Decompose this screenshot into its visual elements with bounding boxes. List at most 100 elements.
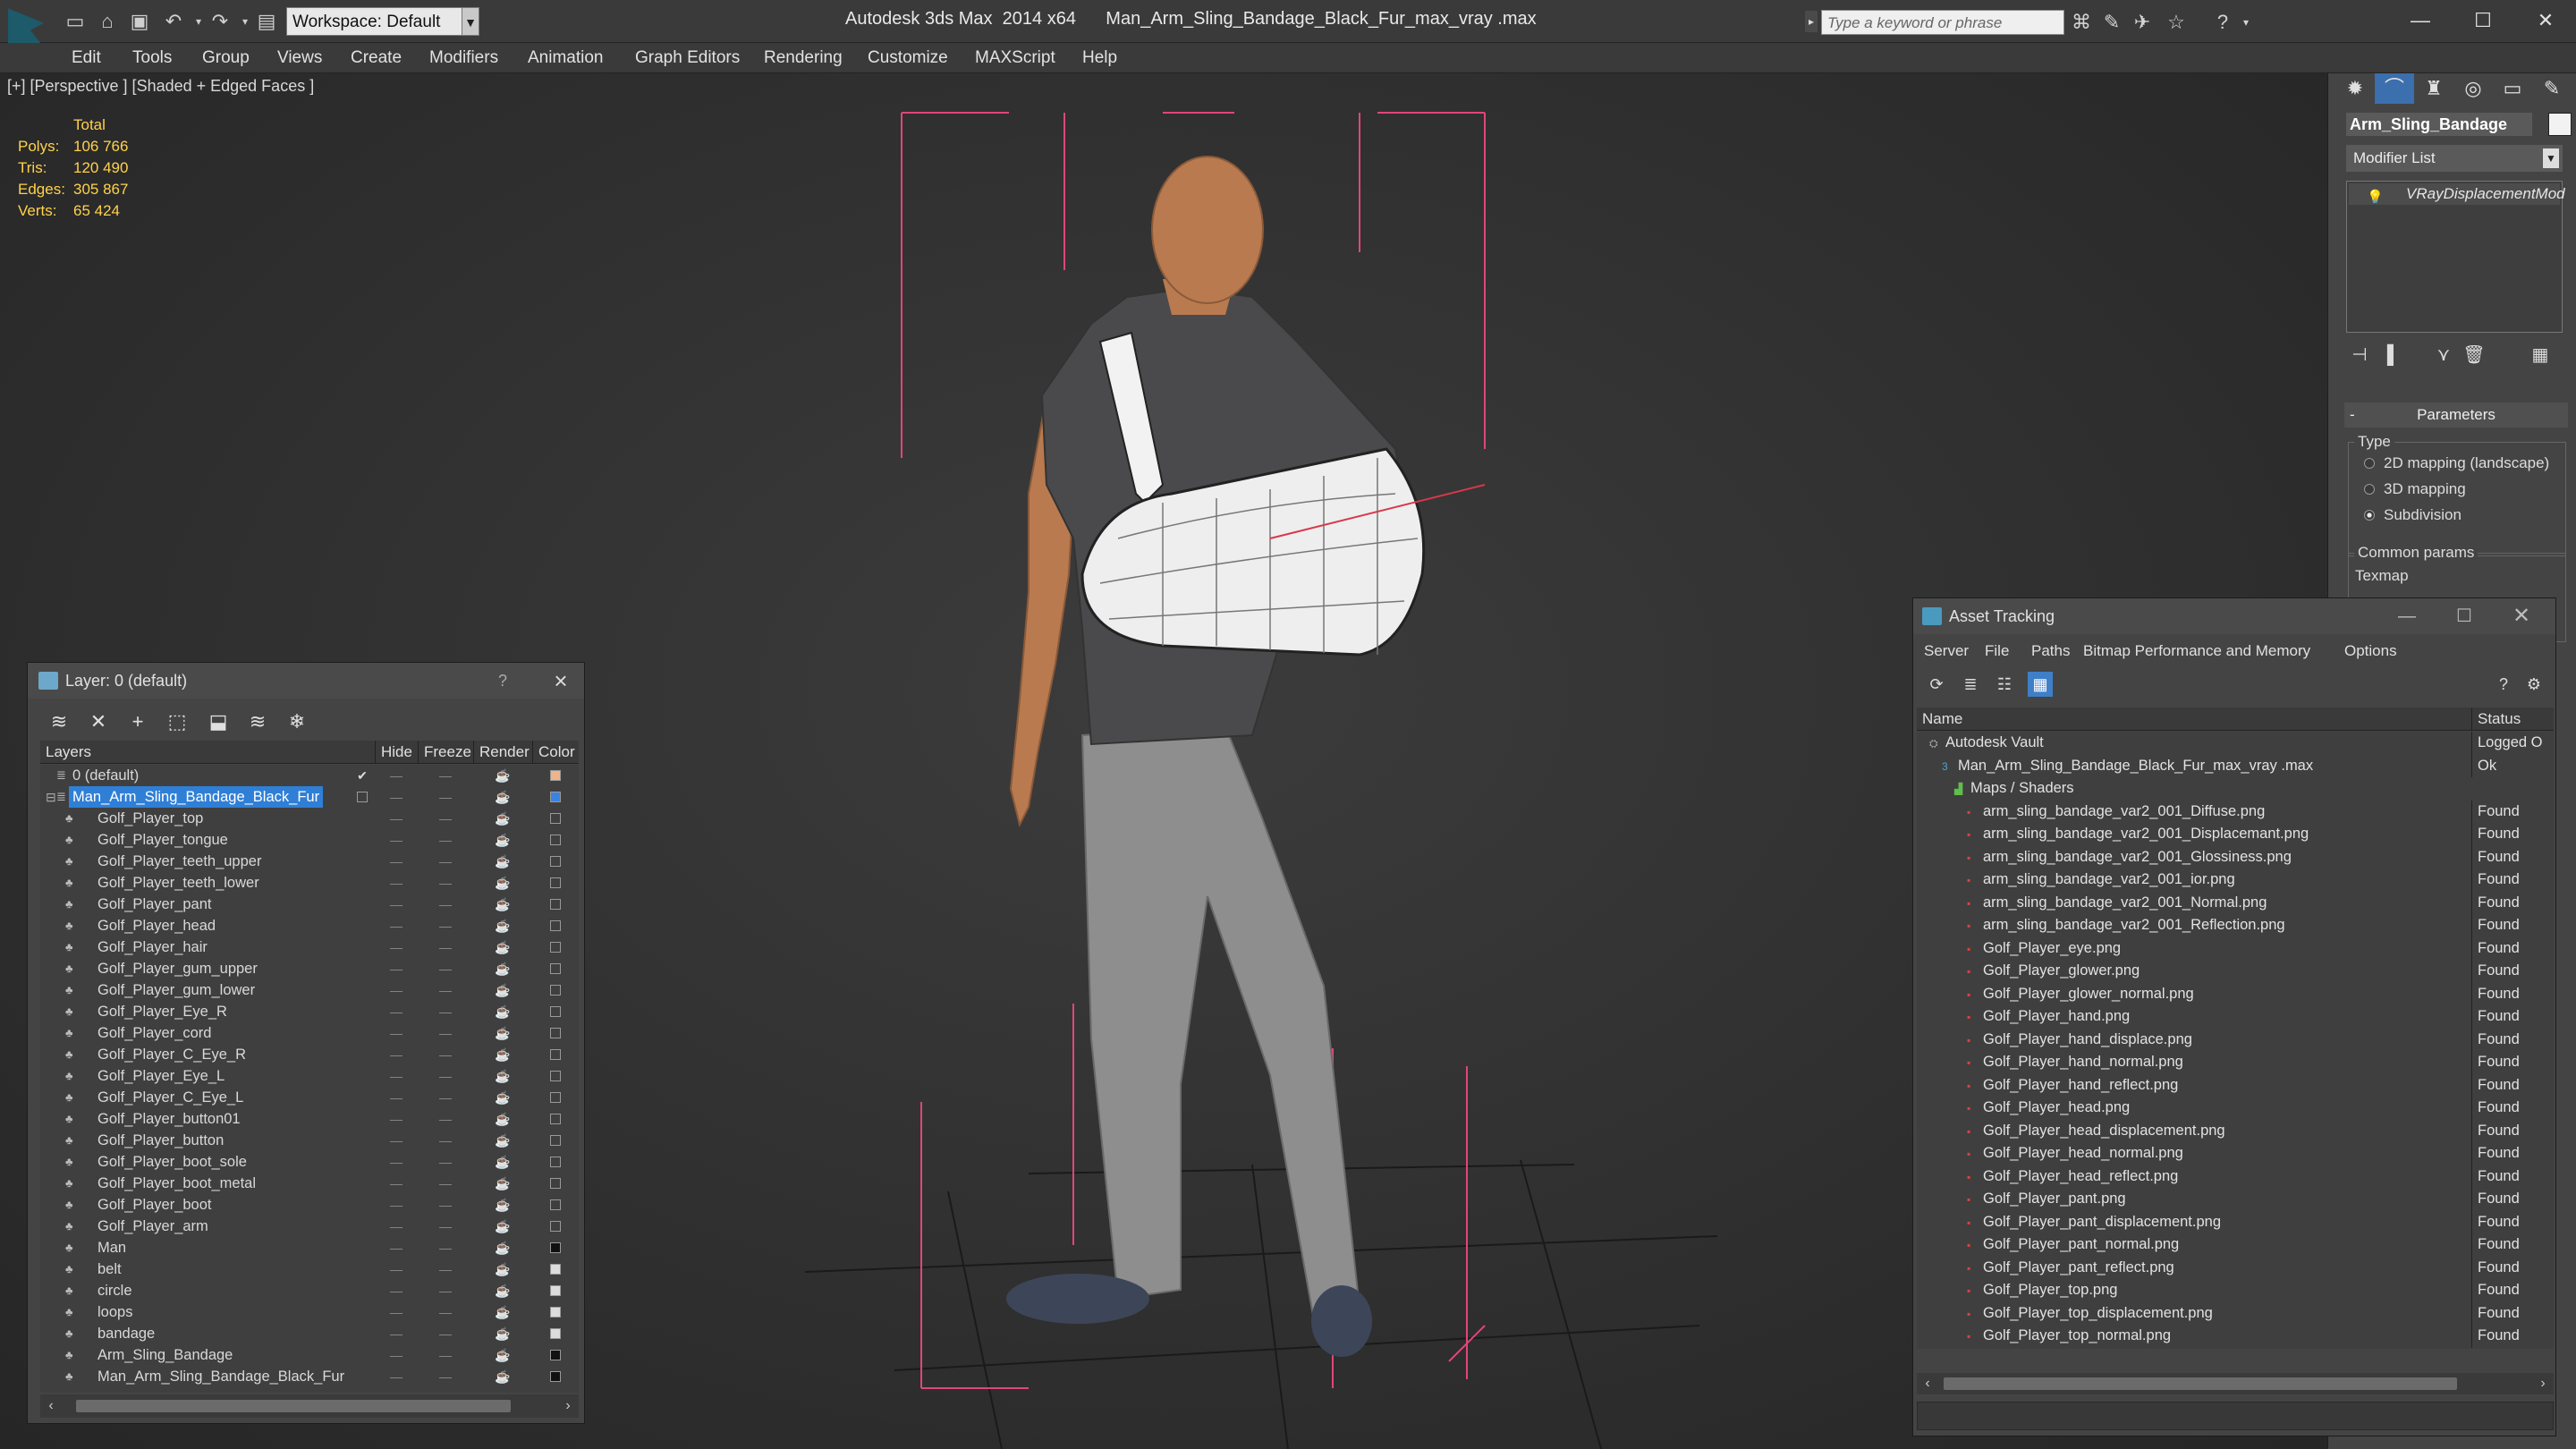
asset-name[interactable]: Golf_Player_top_displacement.png xyxy=(1983,1302,2213,1326)
render-teapot-icon[interactable]: ☕ xyxy=(473,1280,532,1301)
expand-icon[interactable]: ⊟ xyxy=(46,786,56,808)
freeze-toggle[interactable]: ― xyxy=(418,851,473,872)
freeze-toggle[interactable]: ― xyxy=(418,1344,473,1366)
asset-row[interactable]: ▪ Golf_Player_pant_normal.png Found xyxy=(1917,1233,2554,1257)
freeze-toggle[interactable]: ― xyxy=(418,786,473,808)
asset-row[interactable]: ▪ Golf_Player_pant_reflect.png Found xyxy=(1917,1256,2554,1280)
layer-name[interactable]: Golf_Player_Eye_R xyxy=(94,1001,231,1022)
freeze-all-layers-icon[interactable]: ❄ xyxy=(282,708,312,736)
freeze-toggle[interactable]: ― xyxy=(418,1001,473,1022)
asset-name[interactable]: Golf_Player_head_normal.png xyxy=(1983,1142,2183,1165)
asset-name[interactable]: Golf_Player_pant_reflect.png xyxy=(1983,1257,2174,1280)
scroll-right-icon[interactable]: › xyxy=(557,1394,579,1418)
asset-name[interactable]: Autodesk Vault xyxy=(1945,732,2044,755)
menu-rendering[interactable]: Rendering xyxy=(764,43,843,73)
freeze-toggle[interactable]: ― xyxy=(418,1173,473,1194)
menu-graph-editors[interactable]: Graph Editors xyxy=(635,43,740,73)
layer-row[interactable]: ♣ Golf_Player_C_Eye_L ― ― ☕ xyxy=(40,1087,579,1108)
layer-row[interactable]: ♣ Golf_Player_Eye_L ― ― ☕ xyxy=(40,1065,579,1087)
freeze-toggle[interactable]: ― xyxy=(418,1065,473,1087)
asset-maximize-icon[interactable]: ☐ xyxy=(2439,598,2489,634)
layer-row[interactable]: ≣ 0 (default) ✔ ― ― ☕ xyxy=(40,765,579,786)
layer-color-swatch[interactable] xyxy=(550,792,561,802)
layer-name[interactable]: Golf_Player_boot_metal xyxy=(94,1173,259,1194)
add-to-layer-icon[interactable]: + xyxy=(123,708,153,736)
hide-toggle[interactable]: ― xyxy=(375,1087,418,1108)
asset-name[interactable]: Golf_Player_glower_normal.png xyxy=(1983,983,2194,1006)
layer-color-swatch[interactable] xyxy=(550,1307,561,1318)
undo-icon[interactable]: ↶ xyxy=(161,9,186,34)
freeze-toggle[interactable]: ― xyxy=(418,1151,473,1173)
make-unique-icon[interactable]: ⋎ xyxy=(2430,343,2457,367)
asset-path-field[interactable] xyxy=(1917,1402,2554,1430)
menu-maxscript[interactable]: MAXScript xyxy=(975,43,1055,73)
configure-modifier-sets-icon[interactable]: ▦ xyxy=(2527,343,2554,367)
asset-name[interactable]: arm_sling_bandage_var2_001_ior.png xyxy=(1983,869,2235,892)
modify-tab-icon[interactable]: ⌒ xyxy=(2375,73,2414,104)
asset-row[interactable]: ▪ Golf_Player_top.png Found xyxy=(1917,1279,2554,1302)
save-icon[interactable]: ▣ xyxy=(127,9,152,34)
freeze-toggle[interactable]: ― xyxy=(418,1301,473,1323)
layer-color-swatch[interactable] xyxy=(550,1157,561,1167)
utilities-tab-icon[interactable]: ✎ xyxy=(2532,73,2572,104)
list-view-icon[interactable]: ≣ xyxy=(1958,672,1983,697)
render-teapot-icon[interactable]: ☕ xyxy=(473,808,532,829)
hide-toggle[interactable]: ― xyxy=(375,1344,418,1366)
communication-icon[interactable]: ✈ xyxy=(2129,9,2156,36)
hide-toggle[interactable]: ― xyxy=(375,1366,418,1387)
hide-toggle[interactable]: ― xyxy=(375,1065,418,1087)
layer-color-swatch[interactable] xyxy=(550,1114,561,1124)
render-teapot-icon[interactable]: ☕ xyxy=(473,1065,532,1087)
highlight-selected-icon[interactable]: ⬓ xyxy=(203,708,233,736)
asset-name[interactable]: Golf_Player_head_displacement.png xyxy=(1983,1120,2225,1143)
favorites-star-icon[interactable]: ☆ xyxy=(2163,9,2190,36)
asset-row[interactable]: ⛭ Autodesk Vault Logged O xyxy=(1917,732,2554,755)
asset-name[interactable]: Golf_Player_hand.png xyxy=(1983,1005,2130,1029)
open-file-icon[interactable]: ⌂ xyxy=(95,9,120,34)
asset-row[interactable]: ▪ arm_sling_bandage_var2_001_Diffuse.png F… xyxy=(1917,800,2554,823)
layer-row[interactable]: ♣ belt ― ― ☕ xyxy=(40,1258,579,1280)
asset-name[interactable]: arm_sling_bandage_var2_001_Reflection.pn… xyxy=(1983,914,2285,937)
modifier-stack-item[interactable]: 💡 VRayDisplacementMod xyxy=(2349,183,2565,205)
asset-settings-icon[interactable]: ⚙ xyxy=(2521,672,2546,697)
layer-color-swatch[interactable] xyxy=(550,1199,561,1210)
asset-row[interactable]: ▪ Golf_Player_hand.png Found xyxy=(1917,1005,2554,1029)
freeze-toggle[interactable]: ― xyxy=(418,1216,473,1237)
layer-row[interactable]: ♣ Golf_Player_hair ― ― ☕ xyxy=(40,936,579,958)
freeze-toggle[interactable]: ― xyxy=(418,1237,473,1258)
select-objects-icon[interactable]: ⬚ xyxy=(162,708,192,736)
asset-name[interactable]: Golf_Player_hand_normal.png xyxy=(1983,1051,2183,1074)
asset-name[interactable]: Golf_Player_top.png xyxy=(1983,1279,2117,1302)
layer-name[interactable]: Golf_Player_button01 xyxy=(94,1108,244,1130)
asset-menu-options[interactable]: Options xyxy=(2344,640,2397,663)
freeze-toggle[interactable]: ― xyxy=(418,808,473,829)
freeze-toggle[interactable]: ― xyxy=(418,915,473,936)
column-color[interactable]: Color xyxy=(532,741,579,764)
layer-name[interactable]: Golf_Player_gum_lower xyxy=(94,979,258,1001)
layer-row[interactable]: ♣ Golf_Player_gum_upper ― ― ☕ xyxy=(40,958,579,979)
minimize-icon[interactable]: — xyxy=(2394,4,2447,38)
layer-name[interactable]: Golf_Player_boot_sole xyxy=(94,1151,250,1173)
menu-help[interactable]: Help xyxy=(1082,43,1117,73)
scroll-left-icon[interactable]: ‹ xyxy=(1917,1373,1938,1394)
render-teapot-icon[interactable]: ☕ xyxy=(473,1366,532,1387)
layer-row[interactable]: ♣ Golf_Player_boot_metal ― ― ☕ xyxy=(40,1173,579,1194)
layer-row[interactable]: ♣ Arm_Sling_Bandage ― ― ☕ xyxy=(40,1344,579,1366)
layer-color-swatch[interactable] xyxy=(550,813,561,824)
render-teapot-icon[interactable]: ☕ xyxy=(473,786,532,808)
freeze-toggle[interactable]: ― xyxy=(418,1130,473,1151)
menu-modifiers[interactable]: Modifiers xyxy=(429,43,498,73)
layer-name[interactable]: circle xyxy=(94,1280,136,1301)
hierarchy-tab-icon[interactable]: ♜ xyxy=(2414,73,2453,104)
layer-name[interactable]: Man xyxy=(94,1237,130,1258)
hide-toggle[interactable]: ― xyxy=(375,1301,418,1323)
hide-toggle[interactable]: ― xyxy=(375,786,418,808)
layer-name[interactable]: Golf_Player_C_Eye_R xyxy=(94,1044,250,1065)
hide-toggle[interactable]: ― xyxy=(375,979,418,1001)
asset-row[interactable]: ▪ Golf_Player_glower_normal.png Found xyxy=(1917,982,2554,1006)
column-name[interactable]: Name xyxy=(1917,708,2471,731)
layer-row[interactable]: ♣ Golf_Player_arm ― ― ☕ xyxy=(40,1216,579,1237)
render-teapot-icon[interactable]: ☕ xyxy=(473,1323,532,1344)
hide-toggle[interactable]: ― xyxy=(375,1280,418,1301)
layer-color-swatch[interactable] xyxy=(550,963,561,974)
